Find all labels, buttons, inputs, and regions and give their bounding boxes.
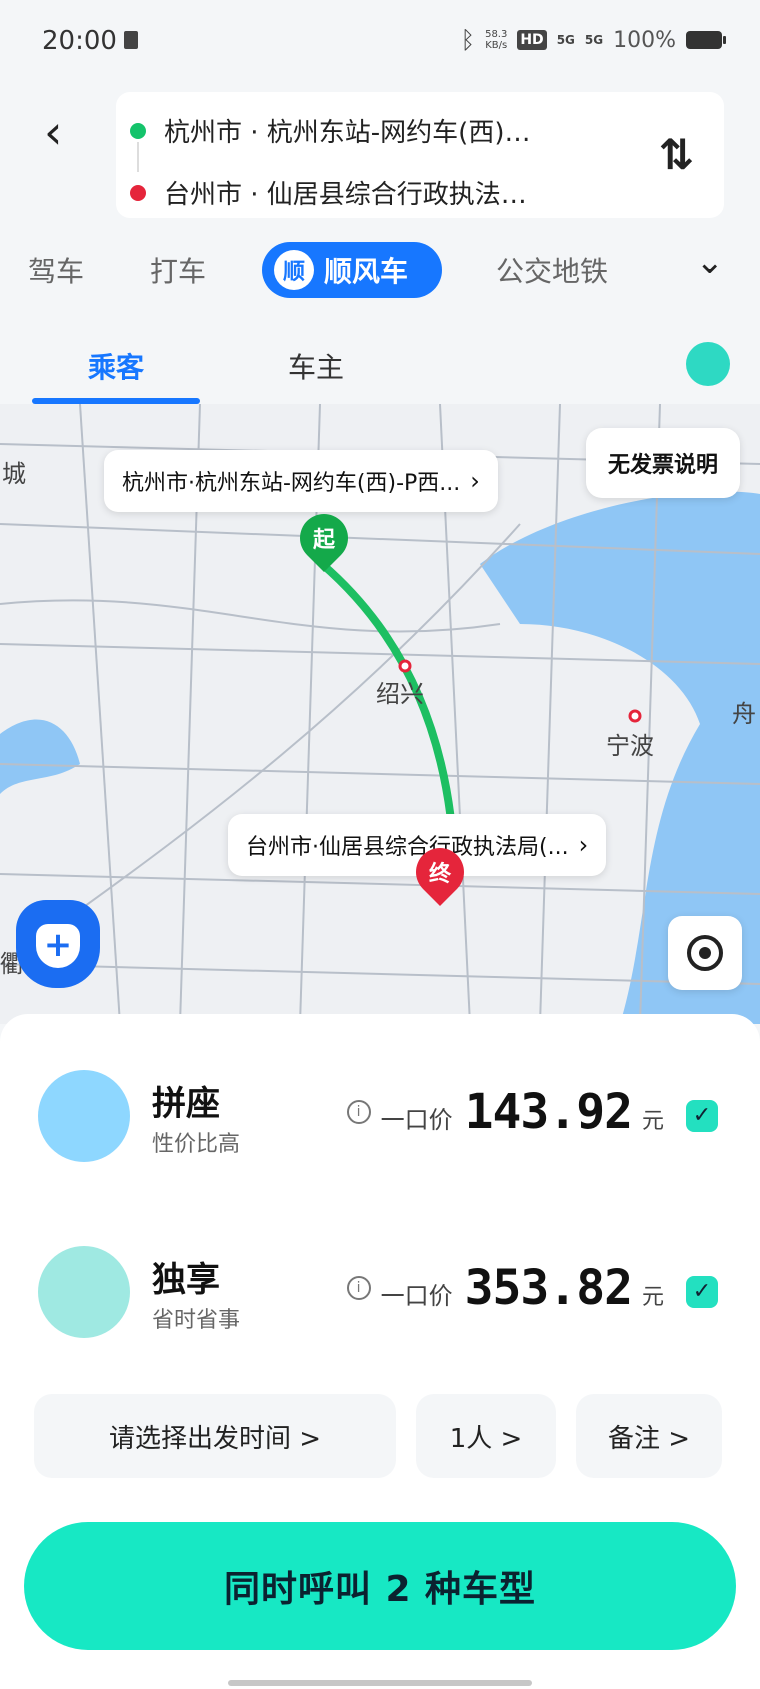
- end-location-text: 台州市·仙居县综合行政执法局(...: [246, 835, 569, 860]
- mode-carpool-label: 顺风车: [324, 255, 409, 288]
- route-to[interactable]: 台州市 · 仙居县综合行政执法…: [130, 174, 527, 211]
- end-pin-text: 终: [428, 862, 451, 887]
- network-speed-unit: KB/s: [485, 40, 508, 51]
- mascot-icon[interactable]: [686, 342, 730, 386]
- shield-plus-icon: +: [36, 924, 80, 968]
- option-checkbox[interactable]: ✓: [686, 1276, 718, 1308]
- start-dot-icon: [130, 122, 146, 139]
- city-shaoxing: 绍兴: [376, 680, 424, 708]
- safety-shield-button[interactable]: +: [16, 900, 100, 988]
- shared-mascot-icon: [38, 1070, 130, 1162]
- mode-tabs: 驾车 打车 顺 顺风车 公交地铁 ⌄: [0, 238, 760, 302]
- price-label: 一口价: [380, 1106, 453, 1134]
- carpool-badge-icon: 顺: [274, 250, 314, 290]
- price-unit: 元: [641, 1285, 664, 1310]
- mode-transit[interactable]: 公交地铁: [496, 250, 608, 290]
- map-view[interactable]: 绍兴 宁波 城 舟 衢 杭州市·杭州东站-网约车(西)-P西... › 无发票说…: [0, 404, 760, 1024]
- mode-carpool[interactable]: 顺 顺风车: [262, 242, 442, 298]
- route-header: ‹ 杭州市 · 杭州东站-网约车(西)… 台州市 · 仙居县综合行政执法… ⇅: [0, 84, 760, 224]
- status-time: 20:00: [42, 26, 117, 56]
- city-right-edge: 舟: [732, 700, 756, 728]
- option-subtitle: 省时省事: [152, 1308, 241, 1333]
- chevron-right-icon: ›: [578, 831, 589, 859]
- mode-drive[interactable]: 驾车: [28, 250, 84, 290]
- locate-icon: [687, 935, 723, 971]
- option-checkbox[interactable]: ✓: [686, 1100, 718, 1132]
- option-subtitle: 性价比高: [152, 1132, 241, 1157]
- start-pin-text: 起: [312, 528, 335, 553]
- chevron-down-icon[interactable]: ⌄: [696, 242, 725, 282]
- tab-passenger[interactable]: 乘客: [88, 346, 144, 386]
- option-shared[interactable]: 拼座 性价比高 i 一口价 143.92 元 ✓: [0, 1056, 760, 1176]
- option-name: 独享: [152, 1260, 220, 1300]
- signal-5g-icon: 5G: [556, 33, 575, 47]
- mode-taxi[interactable]: 打车: [150, 250, 206, 290]
- city-ningbo: 宁波: [606, 732, 654, 760]
- city-left-edge: 城: [2, 460, 26, 488]
- note-button[interactable]: 备注 >: [576, 1394, 722, 1478]
- passenger-count-button[interactable]: 1人 >: [416, 1394, 556, 1478]
- bluetooth-icon: ᛒ: [460, 26, 476, 54]
- invoice-note-button[interactable]: 无发票说明: [585, 428, 740, 498]
- start-location-text: 杭州市·杭州东站-网约车(西)-P西...: [122, 471, 461, 496]
- info-icon[interactable]: i: [346, 1276, 371, 1300]
- end-pin-icon: 终: [406, 838, 474, 906]
- start-pin-icon: 起: [290, 504, 358, 572]
- option-price-wrap: i 一口价 353.82 元: [346, 1260, 664, 1316]
- option-name: 拼座: [152, 1084, 220, 1124]
- price-value: 353.82: [464, 1260, 633, 1316]
- price-unit: 元: [641, 1109, 664, 1134]
- back-icon[interactable]: ‹: [44, 102, 88, 162]
- call-ride-button[interactable]: 同时呼叫 2 种车型: [24, 1522, 736, 1650]
- tab-driver[interactable]: 车主: [288, 346, 344, 386]
- price-value: 143.92: [464, 1084, 633, 1140]
- route-to-text: 台州市 · 仙居县综合行政执法…: [164, 180, 527, 210]
- network-speed-value: 58.3: [485, 29, 508, 40]
- battery-icon: [686, 31, 726, 49]
- sim-icon: [124, 31, 138, 49]
- role-tabs: 乘客 车主: [0, 320, 760, 404]
- price-label: 一口价: [380, 1282, 453, 1310]
- end-dot-icon: [130, 184, 146, 201]
- status-bar: 20:00 ᛒ 58.3 KB/s HD 5G 5G 100%: [0, 0, 760, 84]
- route-from-text: 杭州市 · 杭州东站-网约车(西)…: [164, 118, 531, 148]
- departure-time-button[interactable]: 请选择出发时间 >: [34, 1394, 396, 1478]
- route-from[interactable]: 杭州市 · 杭州东站-网约车(西)…: [130, 112, 530, 149]
- home-indicator[interactable]: [228, 1680, 532, 1686]
- option-price-wrap: i 一口价 143.92 元: [346, 1084, 664, 1140]
- start-location-chip[interactable]: 杭州市·杭州东站-网约车(西)-P西... ›: [104, 450, 498, 512]
- signal-5g-icon-2: 5G: [584, 33, 604, 47]
- hd-icon: HD: [517, 30, 547, 50]
- swap-icon[interactable]: ⇅: [659, 130, 694, 179]
- chevron-right-icon: ›: [470, 467, 480, 495]
- exclusive-mascot-icon: [38, 1246, 130, 1338]
- battery-percent: 100%: [613, 27, 676, 53]
- network-speed: 58.3 KB/s: [485, 29, 507, 51]
- status-right: ᛒ 58.3 KB/s HD 5G 5G 100%: [460, 26, 726, 54]
- option-exclusive[interactable]: 独享 省时省事 i 一口价 353.82 元 ✓: [0, 1232, 760, 1352]
- info-icon[interactable]: i: [346, 1100, 371, 1124]
- route-box[interactable]: 杭州市 · 杭州东站-网约车(西)… 台州市 · 仙居县综合行政执法… ⇅: [116, 92, 724, 218]
- locate-button[interactable]: [668, 916, 742, 990]
- bottom-sheet: 拼座 性价比高 i 一口价 143.92 元 ✓ 独享 省时省事 i 一口价 3…: [0, 1014, 760, 1689]
